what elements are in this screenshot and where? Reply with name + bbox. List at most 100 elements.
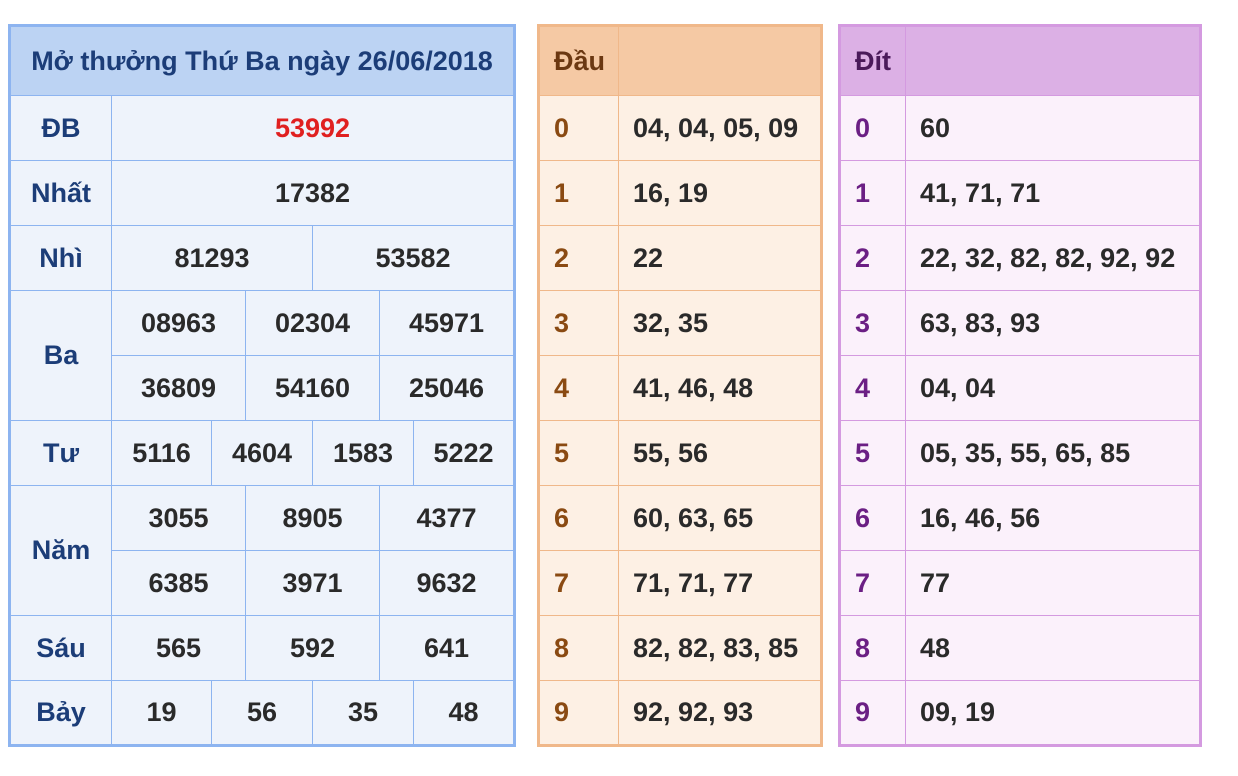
prize-row-ba: Ba 08963 02304 45971: [9, 290, 515, 421]
dit-values: 48: [905, 615, 1201, 681]
dit-values: 41, 71, 71: [905, 160, 1201, 226]
dau-row: 0 04, 04, 05, 09: [538, 95, 822, 161]
prize-value: 5116: [111, 420, 212, 486]
dit-values: 04, 04: [905, 355, 1201, 421]
dit-digit: 9: [839, 680, 906, 746]
prize-value: 1583: [312, 420, 414, 486]
dau-values: 04, 04, 05, 09: [618, 95, 822, 161]
dau-values: 82, 82, 83, 85: [618, 615, 822, 681]
dit-values: 63, 83, 93: [905, 290, 1201, 356]
dit-row: 4 04, 04: [839, 355, 1201, 421]
dau-digit: 3: [538, 290, 619, 356]
prize-value: 4604: [211, 420, 313, 486]
prize-value: 17382: [111, 160, 515, 226]
prize-value: 02304: [245, 290, 380, 356]
prize-label: Ba: [9, 290, 112, 421]
prize-value: 3055: [111, 485, 246, 551]
dit-row: 5 05, 35, 55, 65, 85: [839, 420, 1201, 486]
prize-label: Sáu: [9, 615, 112, 681]
dit-row: 3 63, 83, 93: [839, 290, 1201, 356]
dau-header: Đầu: [538, 25, 619, 96]
dit-digit: 7: [839, 550, 906, 616]
dau-digit: 2: [538, 225, 619, 291]
dau-values: 60, 63, 65: [618, 485, 822, 551]
dit-values: 22, 32, 82, 82, 92, 92: [905, 225, 1201, 291]
dau-digit: 8: [538, 615, 619, 681]
prize-value: 565: [111, 615, 246, 681]
dau-digit: 9: [538, 680, 619, 746]
prize-value: 6385: [111, 550, 246, 616]
results-title: Mở thưởng Thứ Ba ngày 26/06/2018: [9, 25, 515, 96]
dit-row: 7 77: [839, 550, 1201, 616]
dit-row: 8 48: [839, 615, 1201, 681]
prize-value: 9632: [379, 550, 515, 616]
prize-value: 5222: [413, 420, 515, 486]
prize-value: 53992: [111, 95, 515, 161]
prize-value: 8905: [245, 485, 380, 551]
dau-header-row: Đầu: [538, 25, 822, 96]
dau-header-blank: [618, 25, 822, 96]
prize-label: ĐB: [9, 95, 112, 161]
dau-digit: 7: [538, 550, 619, 616]
dau-digit: 1: [538, 160, 619, 226]
prize-value: 35: [312, 680, 414, 746]
prize-value: 53582: [312, 225, 515, 291]
dit-header-row: Đít: [839, 25, 1201, 96]
dit-digit: 0: [839, 95, 906, 161]
dit-table: Đít 0 60 1 41, 71, 71 2 22, 32, 82, 82, 92,…: [838, 24, 1202, 747]
dau-digit: 6: [538, 485, 619, 551]
dit-values: 16, 46, 56: [905, 485, 1201, 551]
dit-row: 0 60: [839, 95, 1201, 161]
prize-label: Tư: [9, 420, 112, 486]
dau-row: 2 22: [538, 225, 822, 291]
prize-value: 25046: [379, 355, 515, 421]
prize-value: 45971: [379, 290, 515, 356]
dau-row: 1 16, 19: [538, 160, 822, 226]
dit-row: 1 41, 71, 71: [839, 160, 1201, 226]
prize-value: 36809: [111, 355, 246, 421]
prize-label: Nhất: [9, 160, 112, 226]
dit-digit: 8: [839, 615, 906, 681]
prize-value: 54160: [245, 355, 380, 421]
prize-row-nhat: Nhất 17382: [9, 160, 515, 226]
prize-value: 4377: [379, 485, 515, 551]
dit-values: 60: [905, 95, 1201, 161]
dau-row: 7 71, 71, 77: [538, 550, 822, 616]
prize-row-db: ĐB 53992: [9, 95, 515, 161]
dit-digit: 1: [839, 160, 906, 226]
prize-row-nam: Năm 3055 8905 4377: [9, 485, 515, 616]
dau-values: 41, 46, 48: [618, 355, 822, 421]
prize-value: 641: [379, 615, 515, 681]
dau-digit: 0: [538, 95, 619, 161]
dit-digit: 2: [839, 225, 906, 291]
prize-row-nhi: Nhì 81293 53582: [9, 225, 515, 291]
dau-row: 3 32, 35: [538, 290, 822, 356]
dau-values: 22: [618, 225, 822, 291]
prize-row-bay: Bảy 19 56 35 48: [9, 680, 515, 746]
prize-value: 592: [245, 615, 380, 681]
prize-value: 08963: [111, 290, 246, 356]
prize-value: 56: [211, 680, 313, 746]
dau-values: 92, 92, 93: [618, 680, 822, 746]
prize-row-sau: Sáu 565 592 641: [9, 615, 515, 681]
dit-header: Đít: [839, 25, 906, 96]
dit-values: 77: [905, 550, 1201, 616]
prize-value: 19: [111, 680, 212, 746]
prize-value: 48: [413, 680, 515, 746]
dau-table: Đầu 0 04, 04, 05, 09 1 16, 19 2 22 3 32, 35 …: [537, 24, 823, 747]
dit-row: 9 09, 19: [839, 680, 1201, 746]
dit-digit: 6: [839, 485, 906, 551]
dau-row: 8 82, 82, 83, 85: [538, 615, 822, 681]
prize-row-tu: Tư 5116 4604 1583 5222: [9, 420, 515, 486]
dit-digit: 3: [839, 290, 906, 356]
dit-digit: 4: [839, 355, 906, 421]
prize-label: Bảy: [9, 680, 112, 746]
dau-row: 9 92, 92, 93: [538, 680, 822, 746]
results-table: Mở thưởng Thứ Ba ngày 26/06/2018 ĐB 5399…: [8, 24, 516, 747]
dau-row: 6 60, 63, 65: [538, 485, 822, 551]
dit-row: 6 16, 46, 56: [839, 485, 1201, 551]
dau-values: 71, 71, 77: [618, 550, 822, 616]
prize-label: Năm: [9, 485, 112, 616]
dau-row: 4 41, 46, 48: [538, 355, 822, 421]
dau-digit: 4: [538, 355, 619, 421]
